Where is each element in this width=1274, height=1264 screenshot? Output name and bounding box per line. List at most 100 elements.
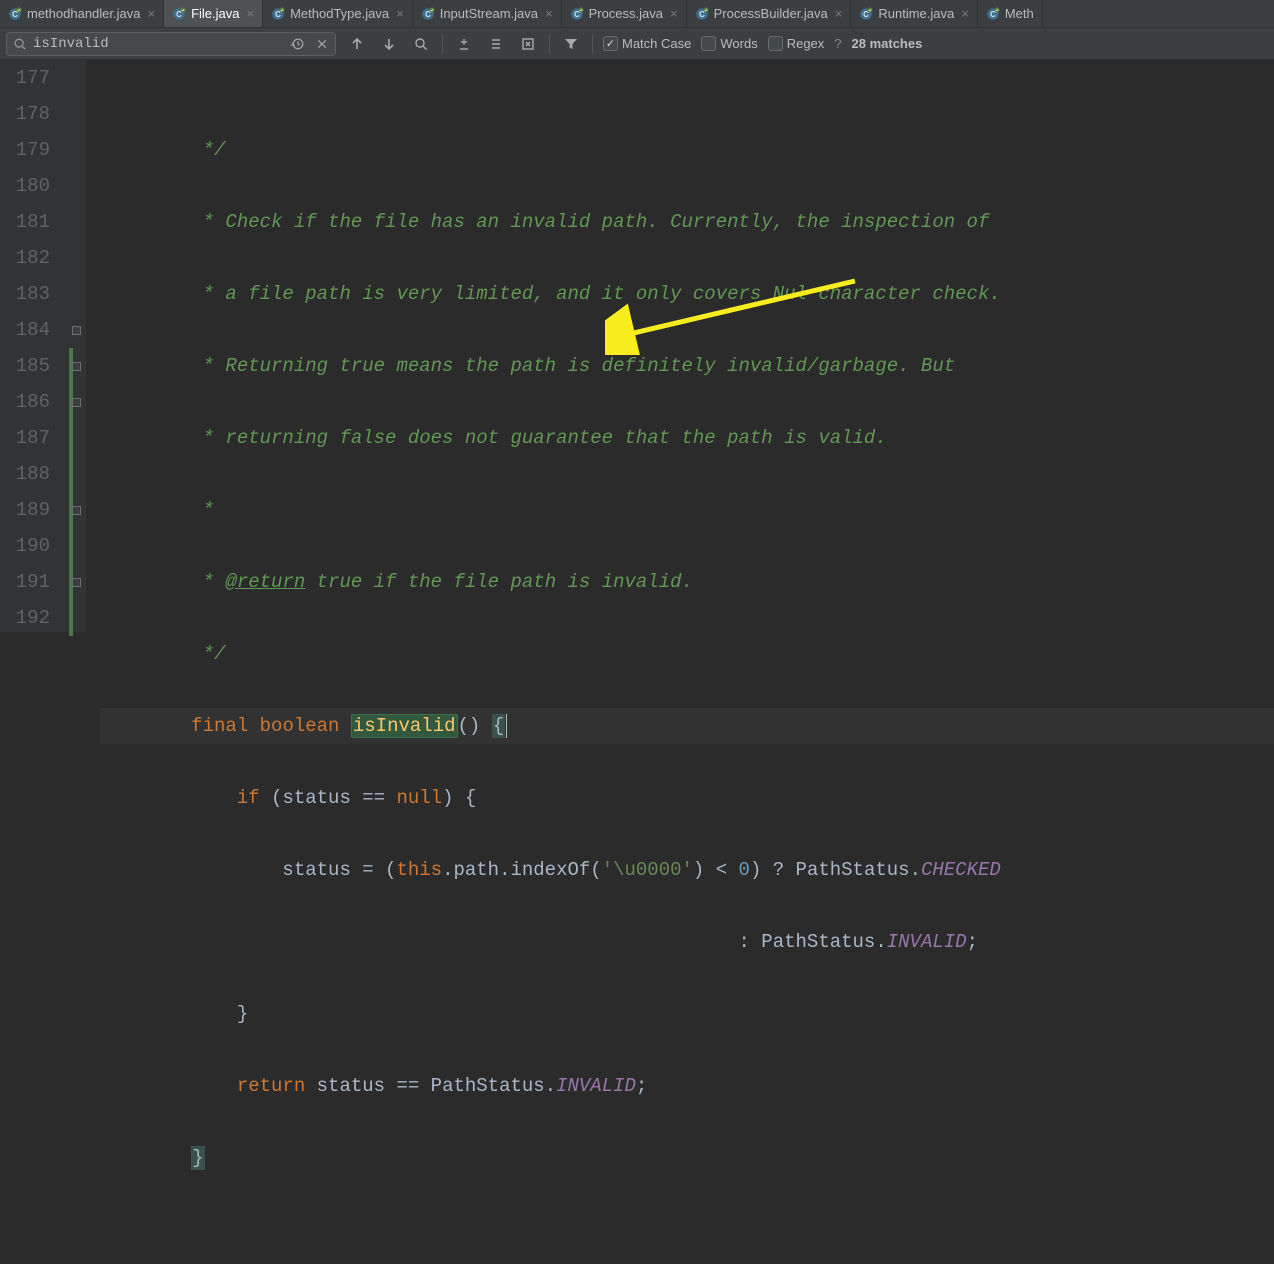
constant: INVALID xyxy=(556,1075,636,1097)
code-area[interactable]: */ * Check if the file has an invalid pa… xyxy=(86,60,1274,632)
code-line[interactable]: */ xyxy=(100,636,1274,672)
editor-tab[interactable]: CMethodType.java× xyxy=(263,0,413,27)
javadoc-tag: @return xyxy=(225,571,305,593)
code-line-current[interactable]: final boolean isInvalid() { xyxy=(100,708,1274,744)
checkbox-icon[interactable] xyxy=(701,36,716,51)
fold-gutter[interactable] xyxy=(68,60,86,632)
close-tab-icon[interactable]: × xyxy=(961,6,969,21)
code-line[interactable]: return status == PathStatus.INVALID; xyxy=(100,1068,1274,1104)
close-tab-icon[interactable]: × xyxy=(835,6,843,21)
find-all-icon[interactable] xyxy=(410,33,432,55)
line-number: 179 xyxy=(0,132,50,168)
line-number: 180 xyxy=(0,168,50,204)
fold-toggle-icon[interactable] xyxy=(72,578,81,587)
regex-help-icon[interactable]: ? xyxy=(834,36,841,51)
filter-icon[interactable] xyxy=(560,33,582,55)
find-input-container[interactable] xyxy=(6,32,336,56)
separator xyxy=(549,34,550,54)
constant: CHECKED xyxy=(921,859,1001,881)
code-text: status = ( xyxy=(100,859,396,881)
code-line[interactable] xyxy=(100,1212,1274,1248)
code-text xyxy=(100,1147,191,1169)
line-number: 190 xyxy=(0,528,50,564)
editor-tab[interactable]: CProcess.java× xyxy=(562,0,687,27)
line-number-gutter: 1771781791801811821831841851861871881891… xyxy=(0,60,68,632)
code-line[interactable]: if (status == null) { xyxy=(100,780,1274,816)
editor-tab[interactable]: CMeth xyxy=(978,0,1043,27)
words-option[interactable]: Words xyxy=(701,36,757,51)
editor-tab[interactable]: CRuntime.java× xyxy=(851,0,977,27)
code-line[interactable]: } xyxy=(100,996,1274,1032)
fold-toggle-icon[interactable] xyxy=(72,362,81,371)
java-class-icon: C xyxy=(421,7,435,21)
line-number: 177 xyxy=(0,60,50,96)
line-number: 181 xyxy=(0,204,50,240)
checkbox-icon[interactable] xyxy=(768,36,783,51)
code-line[interactable]: * @return true if the file path is inval… xyxy=(100,564,1274,600)
text-caret xyxy=(506,714,507,738)
separator xyxy=(592,34,593,54)
code-text: ) { xyxy=(442,787,476,809)
fold-toggle-icon[interactable] xyxy=(72,398,81,407)
tab-label: methodhandler.java xyxy=(27,6,140,21)
code-line[interactable]: * xyxy=(100,492,1274,528)
code-line[interactable]: } xyxy=(100,1140,1274,1176)
match-case-label: Match Case xyxy=(622,36,691,51)
regex-option[interactable]: Regex xyxy=(768,36,825,51)
code-line[interactable]: */ xyxy=(100,132,1274,168)
comment-text: */ xyxy=(100,643,225,665)
tab-label: MethodType.java xyxy=(290,6,389,21)
line-number: 191 xyxy=(0,564,50,600)
code-text: status == PathStatus. xyxy=(305,1075,556,1097)
line-number: 189 xyxy=(0,492,50,528)
close-tab-icon[interactable]: × xyxy=(396,6,404,21)
next-match-icon[interactable] xyxy=(378,33,400,55)
checkbox-checked-icon[interactable] xyxy=(603,36,618,51)
constant: INVALID xyxy=(887,931,967,953)
editor-tab[interactable]: Cmethodhandler.java× xyxy=(0,0,164,27)
close-tab-icon[interactable]: × xyxy=(545,6,553,21)
java-class-icon: C xyxy=(695,7,709,21)
clear-search-icon[interactable] xyxy=(313,35,331,53)
string-literal: '\u0000' xyxy=(602,859,693,881)
code-line[interactable]: * returning false does not guarantee tha… xyxy=(100,420,1274,456)
search-input[interactable] xyxy=(33,36,283,52)
close-tab-icon[interactable]: × xyxy=(247,6,255,21)
code-line[interactable]: : PathStatus.INVALID; xyxy=(100,924,1274,960)
comment-text: * Returning true means the path is defin… xyxy=(100,355,955,377)
tab-label: Process.java xyxy=(589,6,663,21)
search-history-icon[interactable] xyxy=(289,35,307,53)
match-case-option[interactable]: Match Case xyxy=(603,36,691,51)
code-line[interactable]: * Returning true means the path is defin… xyxy=(100,348,1274,384)
close-tab-icon[interactable]: × xyxy=(147,6,155,21)
fold-toggle-icon[interactable] xyxy=(72,506,81,515)
code-line[interactable]: * Check if the file has an invalid path.… xyxy=(100,204,1274,240)
remove-occurrence-icon[interactable] xyxy=(517,33,539,55)
match-count: 28 matches xyxy=(852,36,923,51)
tab-label: InputStream.java xyxy=(440,6,538,21)
comment-text: * a file path is very limited, and it on… xyxy=(100,283,1001,305)
java-class-icon: C xyxy=(986,7,1000,21)
previous-match-icon[interactable] xyxy=(346,33,368,55)
code-line[interactable]: status = (this.path.indexOf('\u0000') < … xyxy=(100,852,1274,888)
select-all-occurrences-icon[interactable] xyxy=(485,33,507,55)
editor-tab[interactable]: CFile.java× xyxy=(164,0,263,27)
editor-tab[interactable]: CProcessBuilder.java× xyxy=(687,0,852,27)
comment-text: * Check if the file has an invalid path.… xyxy=(100,211,989,233)
code-line[interactable]: * a file path is very limited, and it on… xyxy=(100,276,1274,312)
close-tab-icon[interactable]: × xyxy=(670,6,678,21)
tab-label: Runtime.java xyxy=(878,6,954,21)
keyword: return xyxy=(237,1075,305,1097)
keyword: if xyxy=(237,787,260,809)
line-number: 188 xyxy=(0,456,50,492)
brace: { xyxy=(492,714,505,738)
fold-toggle-icon[interactable] xyxy=(72,326,81,335)
editor-tab[interactable]: C InputStream.java × xyxy=(413,0,562,27)
add-selection-icon[interactable] xyxy=(453,33,475,55)
code-text: : PathStatus. xyxy=(100,931,887,953)
code-editor[interactable]: 1771781791801811821831841851861871881891… xyxy=(0,60,1274,632)
separator xyxy=(442,34,443,54)
line-number: 183 xyxy=(0,276,50,312)
code-text: ; xyxy=(636,1075,647,1097)
words-label: Words xyxy=(720,36,757,51)
